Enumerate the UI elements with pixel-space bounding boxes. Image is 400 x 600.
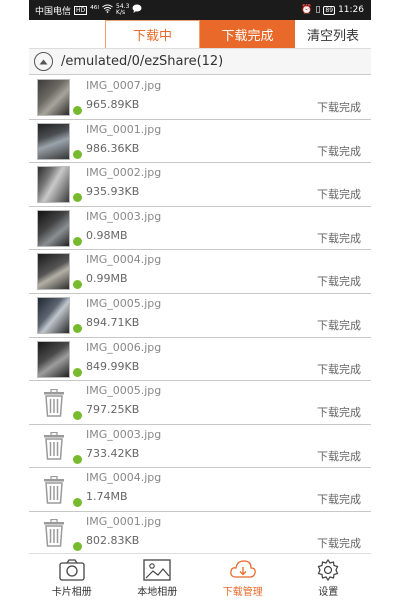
path-bar: /emulated/0/ezShare(12) (29, 49, 371, 75)
folder-path: /emulated/0/ezShare(12) (61, 54, 224, 69)
file-name: IMG_0002.jpg (86, 166, 162, 180)
file-list: IMG_0007.jpg 965.89KB 下载完成 IMG_0001.jpg 986.… (29, 76, 371, 556)
file-name: IMG_0001.jpg (86, 514, 162, 528)
download-status: 下载完成 (317, 493, 361, 507)
nav-label-settings: 设置 (318, 587, 339, 598)
nav-label-local-album: 本地相册 (137, 587, 178, 598)
check-badge-icon (73, 367, 82, 377)
file-name: IMG_0003.jpg (86, 209, 162, 223)
nav-download-manager[interactable]: 下载管理 (200, 554, 286, 600)
file-name: IMG_0004.jpg (86, 471, 162, 485)
check-badge-icon (73, 236, 82, 246)
download-status: 下载完成 (317, 101, 361, 114)
check-badge-icon (73, 193, 82, 203)
wifi-icon (102, 4, 113, 16)
check-badge-icon (73, 454, 82, 464)
download-status: 下载完成 (317, 536, 361, 550)
photo-thumbnail (37, 166, 70, 204)
download-status: 下载完成 (317, 406, 361, 420)
file-name: IMG_0005.jpg (86, 384, 162, 398)
file-size: 986.36KB (86, 141, 140, 155)
file-list-item[interactable]: IMG_0002.jpg 935.93KB 下载完成 (29, 163, 371, 207)
file-list-item[interactable]: IMG_0007.jpg 965.89KB 下载完成 (29, 76, 371, 120)
file-size: 1.74MB (86, 490, 128, 504)
download-status: 下载完成 (317, 275, 361, 289)
file-list-item[interactable]: IMG_0004.jpg 1.74MB 下载完成 (29, 468, 371, 512)
tab-download-complete[interactable]: 下载完成 (200, 20, 295, 48)
carrier-name: 中国电信 (35, 6, 72, 17)
file-size: 0.99MB (86, 272, 128, 286)
bottom-navigation: 卡片相册 本地相册 下载管理 设置 (29, 553, 371, 600)
photo-thumbnail (37, 122, 70, 160)
net-speed: 54.3 K/s (116, 3, 130, 16)
file-name: IMG_0006.jpg (86, 340, 162, 354)
picture-icon (143, 559, 171, 581)
check-badge-icon (73, 541, 82, 551)
photo-thumbnail (37, 209, 70, 247)
file-name: IMG_0003.jpg (86, 427, 162, 441)
file-size: 894.71KB (86, 315, 140, 329)
photo-thumbnail (37, 296, 70, 334)
clear-list-button[interactable]: 清空列表 (295, 20, 371, 48)
chat-icon (132, 4, 142, 16)
signal-icon: ⁴⁶ᴵ (90, 5, 100, 15)
gear-icon (317, 559, 339, 581)
file-list-item[interactable]: IMG_0001.jpg 802.83KB 下载完成 (29, 512, 371, 556)
file-name: IMG_0001.jpg (86, 122, 162, 136)
file-size: 965.89KB (86, 98, 140, 111)
chevron-up-icon (39, 59, 48, 64)
trash-icon (37, 471, 70, 508)
photo-thumbnail (37, 340, 70, 378)
check-badge-icon (73, 149, 82, 159)
trash-icon (37, 515, 70, 552)
file-list-item[interactable]: IMG_0003.jpg 0.98MB 下载完成 (29, 207, 371, 251)
file-size: 849.99KB (86, 359, 140, 373)
up-folder-button[interactable] (34, 52, 53, 71)
nav-settings[interactable]: 设置 (286, 554, 372, 600)
download-status: 下载完成 (317, 144, 361, 158)
check-badge-icon (73, 106, 82, 115)
tab-downloading[interactable]: 下载中 (105, 20, 200, 48)
download-tabs: 下载中 下载完成 清空列表 (29, 20, 371, 49)
battery-icon: 89 (323, 5, 336, 15)
status-bar: 中国电信 HD ⁴⁶ᴵ 54.3 K/s ⏰ ▯ 89 11:26 (29, 0, 371, 20)
check-badge-icon (73, 411, 82, 421)
download-status: 下载完成 (317, 188, 361, 202)
hd-badge: HD (74, 5, 88, 15)
nav-label-card-album: 卡片相册 (51, 587, 92, 598)
trash-icon (37, 428, 70, 465)
file-size: 797.25KB (86, 403, 140, 417)
file-name: IMG_0007.jpg (86, 79, 162, 92)
nav-card-album[interactable]: 卡片相册 (29, 554, 115, 600)
photo-thumbnail (37, 253, 70, 291)
file-name: IMG_0004.jpg (86, 253, 162, 267)
file-list-item[interactable]: IMG_0001.jpg 986.36KB 下载完成 (29, 120, 371, 164)
download-status: 下载完成 (317, 362, 361, 376)
cloud-download-icon (229, 560, 256, 578)
app-frame: 中国电信 HD ⁴⁶ᴵ 54.3 K/s ⏰ ▯ 89 11:26 下载中 下载… (29, 0, 371, 600)
file-size: 0.98MB (86, 228, 128, 242)
file-list-item[interactable]: IMG_0005.jpg 797.25KB 下载完成 (29, 381, 371, 425)
file-list-item[interactable]: IMG_0006.jpg 849.99KB 下载完成 (29, 338, 371, 382)
file-list-item[interactable]: IMG_0005.jpg 894.71KB 下载完成 (29, 294, 371, 338)
file-list-item[interactable]: IMG_0003.jpg 733.42KB 下载完成 (29, 425, 371, 469)
clock-time: 11:26 (338, 5, 364, 15)
trash-icon (37, 384, 70, 421)
download-status: 下载完成 (317, 318, 361, 332)
file-size: 733.42KB (86, 446, 140, 460)
download-status: 下载完成 (317, 231, 361, 245)
check-badge-icon (73, 280, 82, 290)
camera-icon (59, 559, 85, 581)
alarm-vibrate-icons: ⏰ ▯ (301, 5, 321, 15)
file-size: 802.83KB (86, 533, 140, 547)
file-list-item[interactable]: IMG_0004.jpg 0.99MB 下载完成 (29, 250, 371, 294)
photo-thumbnail (37, 79, 70, 116)
download-status: 下载完成 (317, 449, 361, 463)
check-badge-icon (73, 498, 82, 508)
file-size: 935.93KB (86, 185, 140, 199)
nav-label-download-manager: 下载管理 (222, 587, 263, 598)
check-badge-icon (73, 323, 82, 333)
file-name: IMG_0005.jpg (86, 296, 162, 310)
nav-local-album[interactable]: 本地相册 (115, 554, 201, 600)
